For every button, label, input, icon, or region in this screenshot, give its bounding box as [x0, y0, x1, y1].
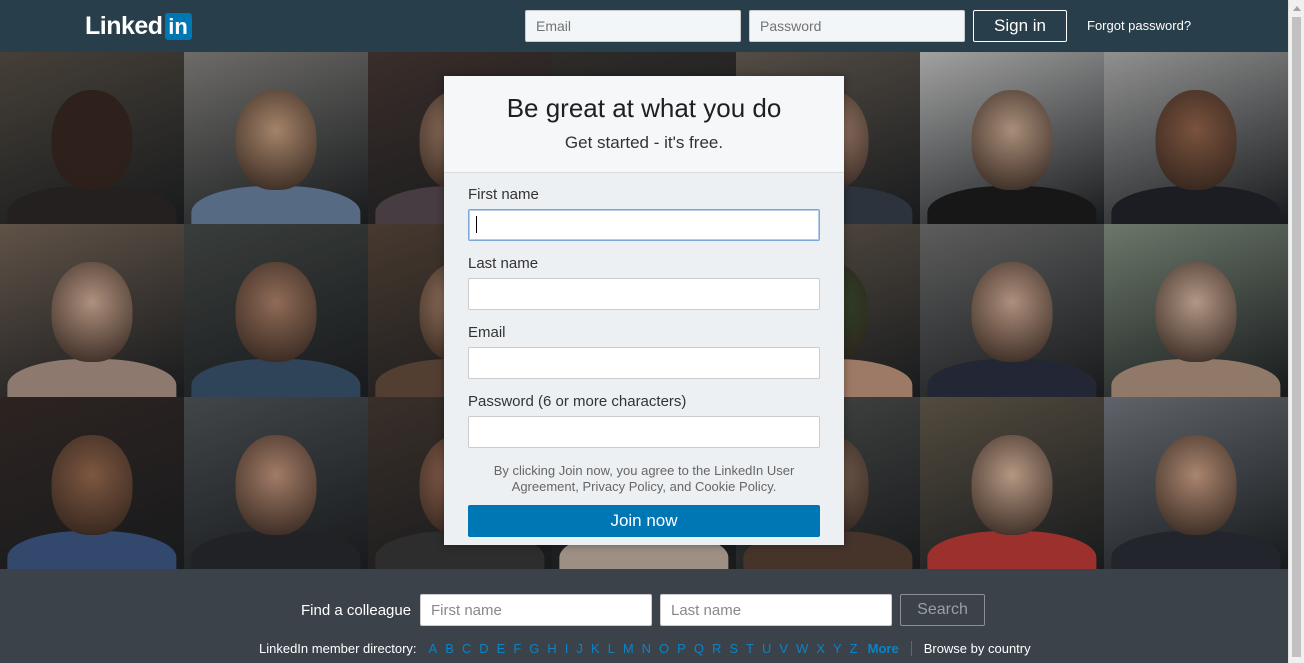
- directory-letter-c[interactable]: C: [462, 641, 471, 656]
- browse-by-country-link[interactable]: Browse by country: [924, 641, 1031, 656]
- directory-letter-f[interactable]: F: [513, 641, 521, 656]
- vertical-scrollbar[interactable]: [1288, 0, 1304, 663]
- signup-title: Be great at what you do: [506, 93, 782, 123]
- forgot-password-link[interactable]: Forgot password?: [1087, 18, 1191, 33]
- directory-letter-y[interactable]: Y: [833, 641, 842, 656]
- directory-letter-l[interactable]: L: [608, 641, 615, 656]
- colleague-first-name-input[interactable]: [420, 594, 652, 626]
- directory-letter-s[interactable]: S: [729, 641, 738, 656]
- directory-letter-h[interactable]: H: [547, 641, 556, 656]
- signup-subtitle: Get started - it's free.: [564, 133, 724, 152]
- scroll-up-arrow-icon[interactable]: [1293, 6, 1301, 11]
- email-label: Email: [468, 324, 506, 341]
- signin-password-input[interactable]: [749, 10, 965, 42]
- footer: Find a colleague Search LinkedIn member …: [0, 569, 1288, 663]
- directory-letter-u[interactable]: U: [762, 641, 771, 656]
- directory-letter-a[interactable]: A: [429, 641, 438, 656]
- signin-email-input[interactable]: [525, 10, 741, 42]
- directory-letter-t[interactable]: T: [746, 641, 754, 656]
- logo-badge: in: [164, 12, 192, 40]
- last-name-input[interactable]: [468, 278, 820, 310]
- directory-letter-w[interactable]: W: [796, 641, 808, 656]
- first-name-field: First name: [468, 186, 820, 241]
- password-label: Password (6 or more characters): [468, 393, 687, 410]
- directory-letter-k[interactable]: K: [591, 641, 600, 656]
- last-name-label: Last name: [468, 255, 539, 272]
- directory-letter-i[interactable]: I: [565, 641, 569, 656]
- password-input[interactable]: [468, 416, 820, 448]
- directory-letter-d[interactable]: D: [479, 641, 488, 656]
- directory-letter-z[interactable]: Z: [850, 641, 858, 656]
- member-directory: LinkedIn member directory: ABCDEFGHIJKLM…: [259, 641, 1031, 656]
- directory-letter-v[interactable]: V: [779, 641, 788, 656]
- legal-notice: By clicking Join now, you agree to the L…: [493, 463, 795, 494]
- linkedin-logo[interactable]: Linked in: [85, 12, 192, 40]
- directory-letter-p[interactable]: P: [677, 641, 686, 656]
- directory-letter-o[interactable]: O: [659, 641, 669, 656]
- signup-card: Be great at what you do Get started - it…: [444, 76, 844, 545]
- signup-header: Be great at what you do Get started - it…: [444, 76, 844, 173]
- directory-letter-e[interactable]: E: [497, 641, 506, 656]
- password-field: Password (6 or more characters): [468, 393, 820, 448]
- find-colleague-label: Find a colleague: [301, 602, 412, 619]
- directory-letter-b[interactable]: B: [445, 641, 454, 656]
- colleague-last-name-input[interactable]: [660, 594, 892, 626]
- scrollbar-thumb[interactable]: [1292, 17, 1301, 657]
- search-button[interactable]: Search: [900, 594, 985, 626]
- top-nav: Linked in Sign in Forgot password?: [0, 0, 1288, 52]
- directory-letter-x[interactable]: X: [816, 641, 825, 656]
- logo-text: Linked: [85, 12, 163, 40]
- directory-letter-q[interactable]: Q: [694, 641, 704, 656]
- directory-letter-m[interactable]: M: [623, 641, 634, 656]
- text-cursor: [476, 216, 477, 233]
- directory-divider: [910, 641, 912, 656]
- last-name-field: Last name: [468, 255, 820, 310]
- directory-more-link[interactable]: More: [868, 641, 899, 656]
- email-input[interactable]: [468, 347, 820, 379]
- first-name-input[interactable]: [468, 209, 820, 241]
- first-name-label: First name: [468, 186, 539, 203]
- directory-letter-n[interactable]: N: [642, 641, 651, 656]
- directory-letter-g[interactable]: G: [529, 641, 539, 656]
- email-field: Email: [468, 324, 820, 379]
- directory-letters: ABCDEFGHIJKLMNOPQRSTUVWXYZ: [425, 641, 862, 656]
- sign-in-button[interactable]: Sign in: [973, 10, 1067, 42]
- join-now-button[interactable]: Join now: [468, 505, 820, 537]
- directory-letter-r[interactable]: R: [712, 641, 721, 656]
- signup-form: First name Last name Email Password (6 o…: [444, 186, 844, 537]
- directory-label: LinkedIn member directory:: [259, 641, 417, 656]
- directory-letter-j[interactable]: J: [576, 641, 583, 656]
